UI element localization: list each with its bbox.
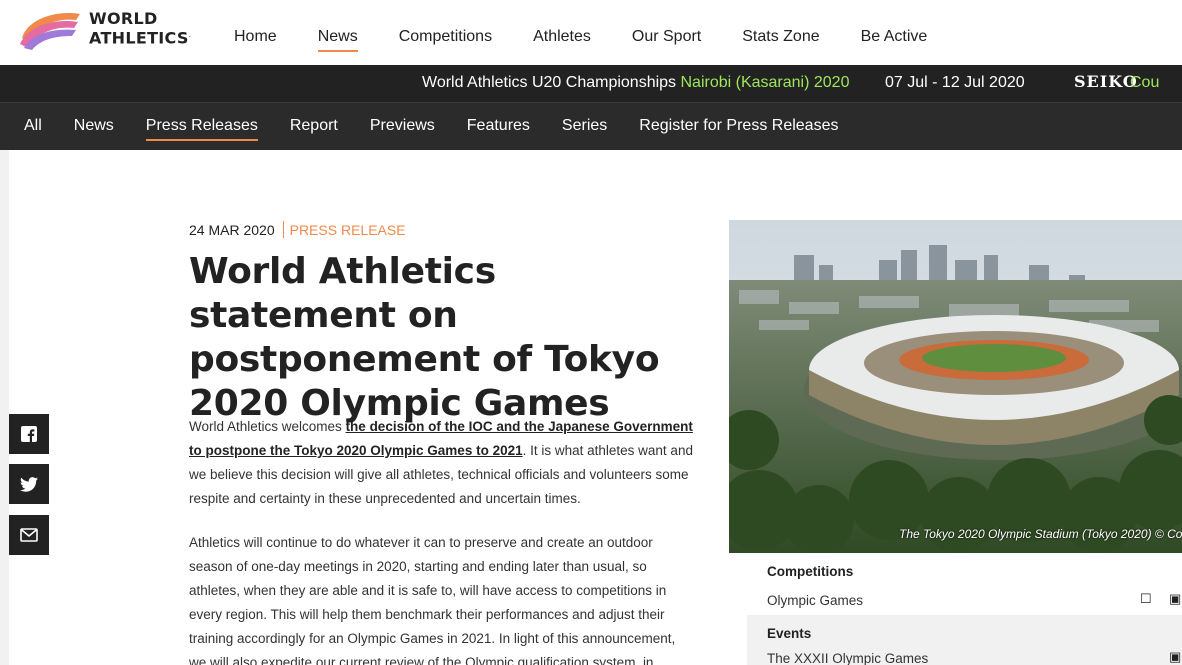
world-athletics-logo[interactable]: WORLD ATHLETICS.: [18, 8, 208, 52]
article-date: 24 MAR 2020: [189, 221, 275, 238]
events-row: Events The XXXII Olympic Games ▣: [747, 615, 1182, 665]
stadium-photo: [729, 220, 1182, 553]
subnav-news[interactable]: News: [74, 117, 114, 135]
image-caption: The Tokyo 2020 Olympic Stadium (Tokyo 20…: [899, 527, 1182, 541]
subnav-register-press-releases[interactable]: Register for Press Releases: [639, 117, 838, 135]
events-news-icon[interactable]: ▣: [1169, 649, 1181, 665]
site-header: WORLD ATHLETICS. Home News Competitions …: [0, 0, 1182, 65]
logo-line-2-text: ATHLETICS: [89, 28, 189, 48]
logo-line-2: ATHLETICS.: [89, 27, 191, 46]
sponsor-logo: SEIKO: [1074, 72, 1138, 91]
twitter-icon: [20, 476, 38, 492]
ticker-event-location: Nairobi (Kasarani) 2020: [680, 74, 850, 91]
nav-athletes[interactable]: Athletes: [533, 28, 591, 46]
nav-be-active[interactable]: Be Active: [861, 28, 928, 46]
article-type-badge[interactable]: PRESS RELEASE: [290, 222, 406, 238]
left-gutter: [0, 150, 9, 665]
main-nav: Home News Competitions Athletes Our Spor…: [234, 28, 968, 52]
nav-news[interactable]: News: [317, 28, 358, 52]
events-label: Events: [767, 626, 812, 641]
email-icon: [20, 528, 38, 542]
subnav-report[interactable]: Report: [290, 117, 338, 135]
logo-mark-dot: .: [188, 31, 192, 39]
nav-stats-zone[interactable]: Stats Zone: [742, 28, 819, 46]
ticker-dates: 07 Jul - 12 Jul 2020: [885, 74, 1025, 91]
share-email-button[interactable]: [9, 515, 49, 555]
calendar-icon[interactable]: ☐: [1140, 591, 1152, 607]
article-paragraph-1: World Athletics welcomes the decision of…: [189, 415, 694, 511]
article-headline: World Athletics statement on postponemen…: [189, 251, 660, 424]
article-meta: 24 MAR 2020 PRESS RELEASE: [189, 221, 406, 238]
meta-divider: [282, 221, 284, 238]
share-twitter-button[interactable]: [9, 464, 49, 504]
logo-mark-icon: [20, 13, 80, 50]
logo-line-1: WORLD: [89, 9, 158, 28]
logo-wordmark: WORLD ATHLETICS.: [89, 10, 191, 46]
news-icon[interactable]: ▣: [1169, 591, 1181, 607]
competitions-value[interactable]: Olympic Games: [767, 593, 863, 608]
nav-home[interactable]: Home: [234, 28, 277, 46]
article-info-panel: Competitions Olympic Games ☐ ▣ Events Th…: [747, 553, 1182, 665]
ticker-event-name: World Athletics U20 Championships: [422, 74, 677, 91]
subnav-all[interactable]: All: [24, 117, 42, 135]
nav-competitions[interactable]: Competitions: [399, 28, 492, 46]
event-ticker[interactable]: World Athletics U20 Championships Nairob…: [0, 65, 1182, 102]
facebook-icon: [21, 426, 37, 442]
article-paragraph-2: Athletics will continue to do whatever i…: [189, 535, 676, 665]
ticker-event[interactable]: World Athletics U20 Championships Nairob…: [422, 74, 849, 92]
subnav-features[interactable]: Features: [467, 117, 530, 135]
article-image: The Tokyo 2020 Olympic Stadium (Tokyo 20…: [729, 220, 1182, 553]
competitions-label: Competitions: [767, 564, 854, 579]
subnav-series[interactable]: Series: [562, 117, 607, 135]
news-subnav: All News Press Releases Report Previews …: [0, 102, 1182, 150]
nav-our-sport[interactable]: Our Sport: [632, 28, 701, 46]
competitions-row: Competitions Olympic Games ☐ ▣: [747, 553, 1182, 615]
subnav-press-releases[interactable]: Press Releases: [145, 117, 258, 141]
share-facebook-button[interactable]: [9, 414, 49, 454]
sponsor-suffix: Cou: [1130, 74, 1160, 91]
subnav-previews[interactable]: Previews: [370, 117, 435, 135]
events-value[interactable]: The XXXII Olympic Games: [767, 651, 928, 665]
paragraph-1-lead: World Athletics welcomes: [189, 419, 346, 434]
